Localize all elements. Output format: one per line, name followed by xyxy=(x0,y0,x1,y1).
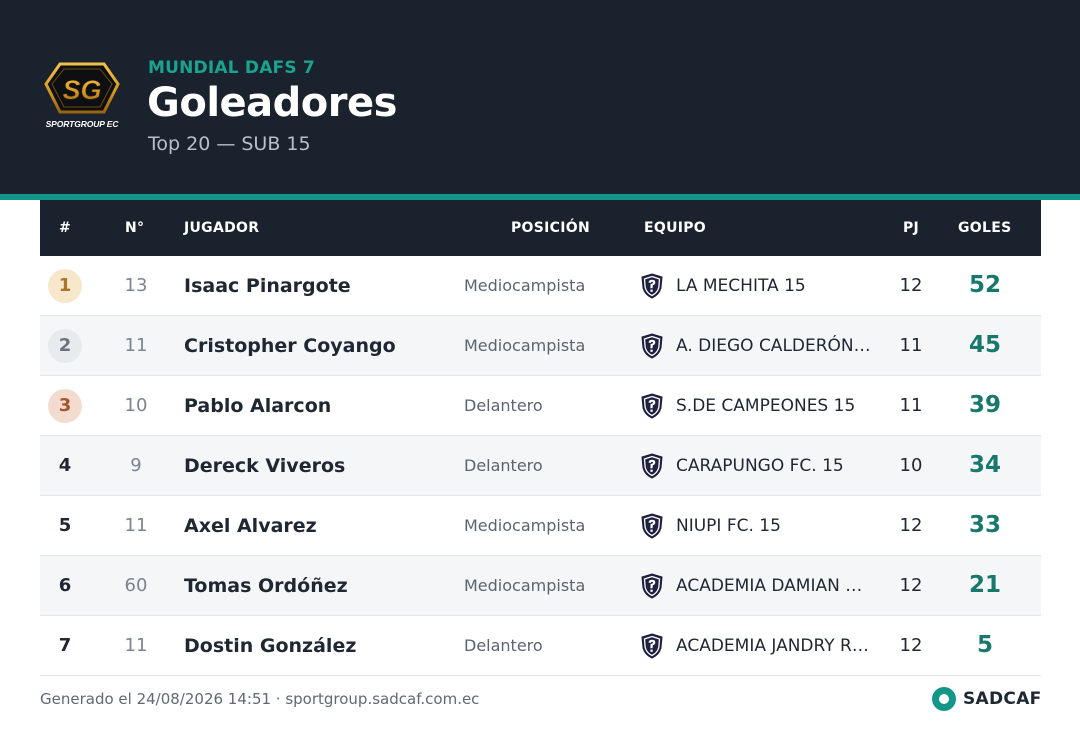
team-name: A. DIEGO CALDERÓN … xyxy=(676,336,876,356)
rank-badge: 1 xyxy=(48,269,82,303)
goals-count: 34 xyxy=(968,452,1001,478)
shirt-number: 9 xyxy=(130,455,142,476)
table-row: 4 9 Dereck Viveros Delantero CARAPUNGO FC. 1… xyxy=(40,436,1041,496)
team-name: LA MECHITA 15 xyxy=(676,276,806,296)
shirt-number: 10 xyxy=(124,395,148,416)
shirt-number: 60 xyxy=(124,575,148,596)
col-number: N° xyxy=(125,220,145,236)
team-name: ACADEMIA DAMIAN … xyxy=(676,576,863,596)
table-row: 2 11 Cristopher Coyango Mediocampista A. DIE… xyxy=(40,316,1041,376)
player-name: Cristopher Coyango xyxy=(184,335,396,357)
svg-text:SG: SG xyxy=(62,75,101,105)
shirt-number: 11 xyxy=(124,515,148,536)
player-position: Delantero xyxy=(464,456,543,475)
player-name: Tomas Ordóñez xyxy=(184,575,348,597)
col-player: JUGADOR xyxy=(184,220,260,236)
matches-played: 11 xyxy=(899,395,923,416)
player-position: Delantero xyxy=(464,396,543,415)
tournament-name: MUNDIAL DAFS 7 xyxy=(148,58,315,78)
player-position: Delantero xyxy=(464,636,543,655)
player-position: Mediocampista xyxy=(464,336,586,355)
player-position: Mediocampista xyxy=(464,516,586,535)
table-body: 1 13 Isaac Pinargote Mediocampista LA MECHIT… xyxy=(40,256,1041,676)
player-name: Axel Alvarez xyxy=(184,515,317,537)
team-shield-icon xyxy=(640,273,664,299)
rank-badge: 3 xyxy=(48,389,82,423)
player-name: Dereck Viveros xyxy=(184,455,346,477)
rank-badge: 6 xyxy=(58,575,72,596)
player-position: Mediocampista xyxy=(464,276,586,295)
page-title: Goleadores xyxy=(147,80,397,126)
page-subtitle: Top 20 — SUB 15 xyxy=(148,133,311,155)
matches-played: 12 xyxy=(899,275,923,296)
shirt-number: 11 xyxy=(124,335,148,356)
player-name: Dostin González xyxy=(184,635,357,657)
team-shield-icon xyxy=(640,513,664,539)
goals-count: 21 xyxy=(968,572,1001,598)
page-header: SG SPORTGROUP EC MUNDIAL DAFS 7 Goleador… xyxy=(0,0,1080,194)
col-position: POSICIÓN xyxy=(511,220,590,236)
sportgroup-logo: SG SPORTGROUP EC xyxy=(42,58,122,134)
table-row: 3 10 Pablo Alarcon Delantero S.DE CAMPEONES … xyxy=(40,376,1041,436)
team-shield-icon xyxy=(640,573,664,599)
table-row: 1 13 Isaac Pinargote Mediocampista LA MECHIT… xyxy=(40,256,1041,316)
team-shield-icon xyxy=(640,393,664,419)
team-shield-icon xyxy=(640,333,664,359)
team-shield-icon xyxy=(640,453,664,479)
goals-count: 45 xyxy=(968,332,1001,358)
matches-played: 12 xyxy=(899,635,923,656)
goals-count: 33 xyxy=(968,512,1001,538)
shirt-number: 13 xyxy=(124,275,148,296)
player-name: Isaac Pinargote xyxy=(184,275,351,297)
team-name: ACADEMIA JANDRY R… xyxy=(676,636,869,656)
col-played: PJ xyxy=(903,220,920,236)
matches-played: 11 xyxy=(899,335,923,356)
team-name: NIUPI FC. 15 xyxy=(676,516,781,536)
matches-played: 10 xyxy=(899,455,923,476)
matches-played: 12 xyxy=(899,575,923,596)
team-name: S.DE CAMPEONES 15 xyxy=(676,396,856,416)
col-rank: # xyxy=(59,220,72,236)
table-header: # N° JUGADOR POSICIÓN EQUIPO PJ GOLES xyxy=(40,200,1041,256)
player-name: Pablo Alarcon xyxy=(184,395,332,417)
brand-name: SADCAF xyxy=(963,689,1042,709)
table-row: 7 11 Dostin González Delantero ACADEMIA JAND… xyxy=(40,616,1041,676)
col-team: EQUIPO xyxy=(644,220,707,236)
goals-count: 5 xyxy=(976,632,993,658)
rank-badge: 5 xyxy=(58,515,72,536)
sg-letters: SG xyxy=(62,75,102,106)
goals-count: 39 xyxy=(968,392,1001,418)
shirt-number: 11 xyxy=(124,635,148,656)
player-position: Mediocampista xyxy=(464,576,586,595)
rank-badge: 7 xyxy=(58,635,72,656)
table-row: 5 11 Axel Alvarez Mediocampista NIUPI FC. 15… xyxy=(40,496,1041,556)
rank-badge: 4 xyxy=(58,455,72,476)
table-row: 6 60 Tomas Ordóñez Mediocampista ACADEMIA DA… xyxy=(40,556,1041,616)
rank-badge: 2 xyxy=(48,329,82,363)
generated-note: Generado el 24/08/2026 14:51 · sportgrou… xyxy=(40,690,480,708)
team-name: CARAPUNGO FC. 15 xyxy=(676,456,844,476)
matches-played: 12 xyxy=(899,515,923,536)
logo-text: SPORTGROUP EC xyxy=(45,119,119,129)
team-shield-icon xyxy=(640,633,664,659)
sadcaf-logo-icon xyxy=(932,687,956,711)
col-goals: GOLES xyxy=(958,220,1012,236)
scorers-table: # N° JUGADOR POSICIÓN EQUIPO PJ GOLES 11… xyxy=(40,200,1041,676)
goals-count: 52 xyxy=(968,272,1001,298)
